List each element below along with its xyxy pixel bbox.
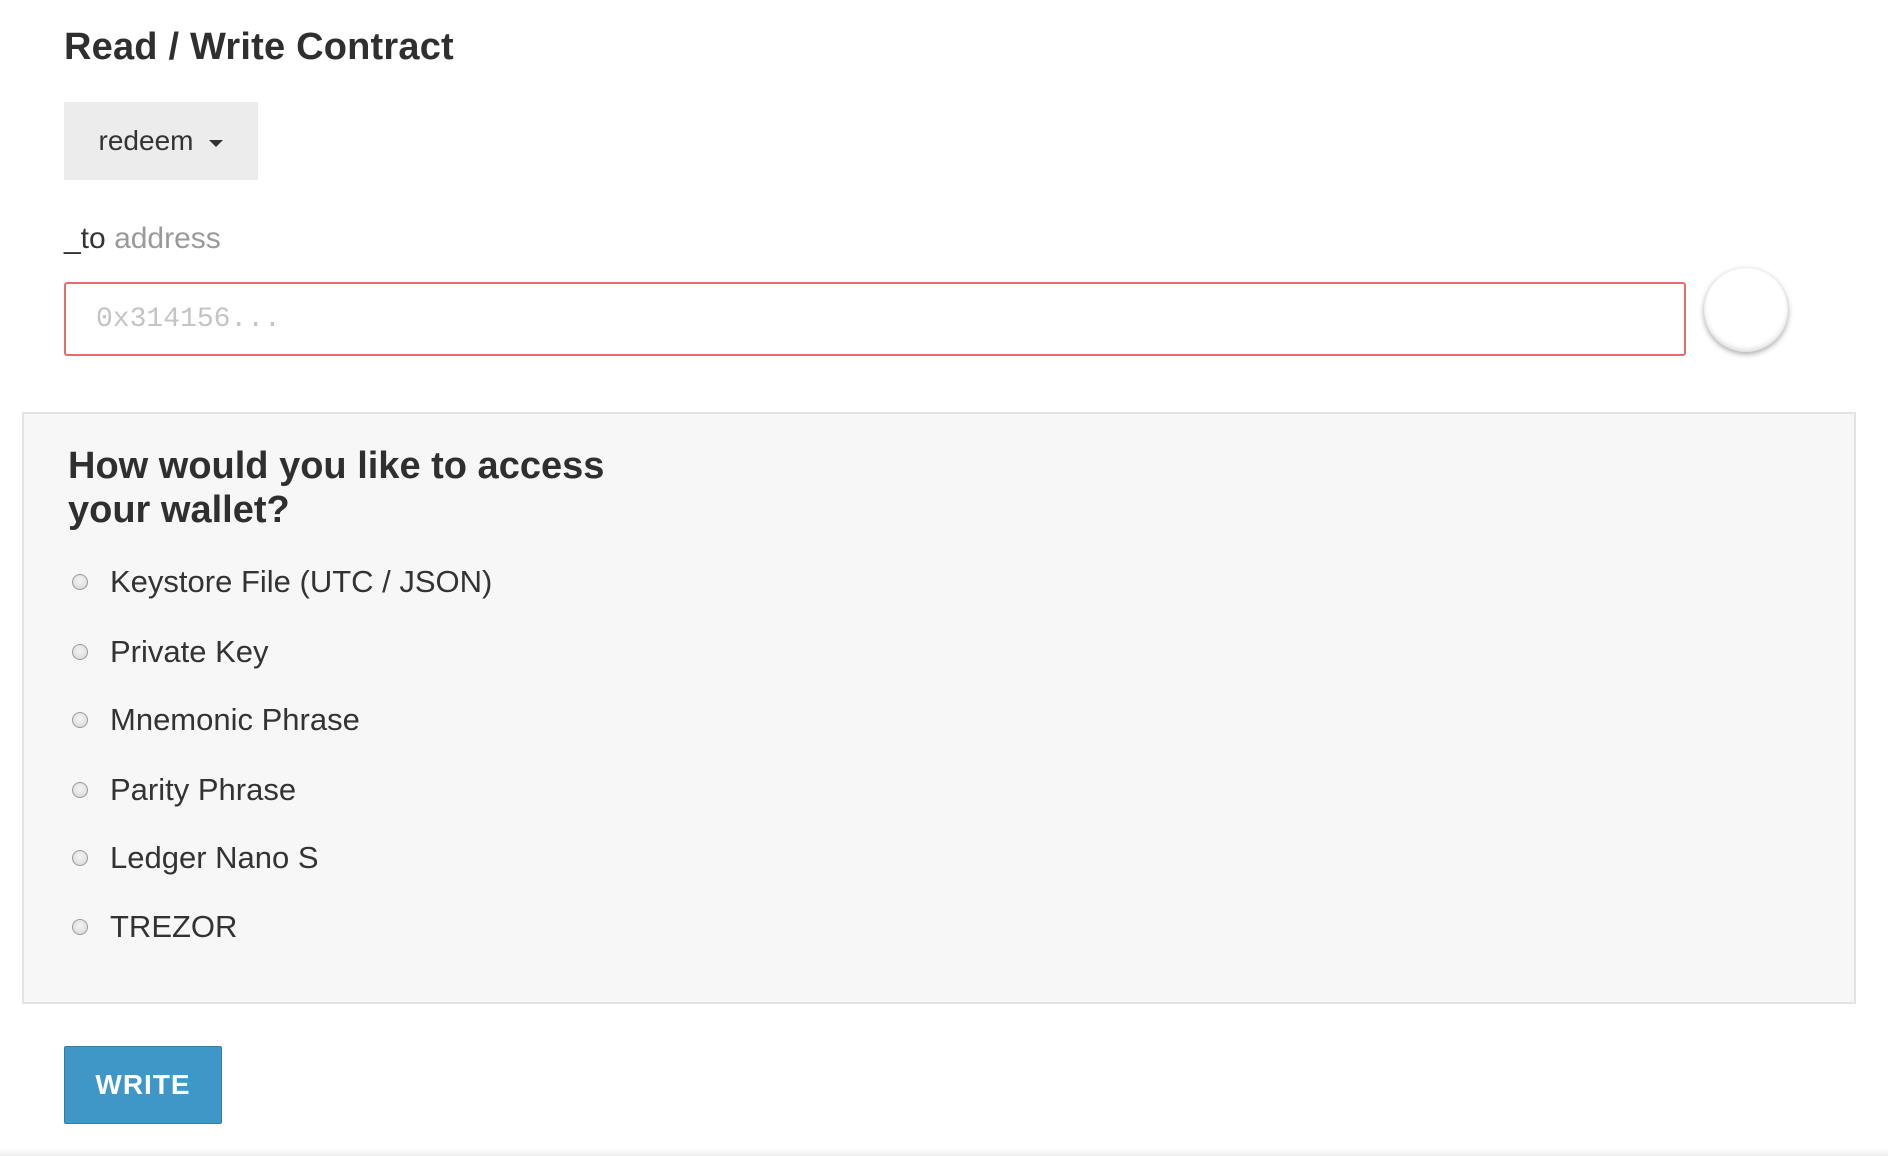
wallet-option-ledger[interactable]: Ledger Nano S — [72, 840, 319, 876]
write-button[interactable]: WRITE — [64, 1046, 222, 1124]
radio-button[interactable] — [72, 919, 88, 935]
address-identicon — [1704, 268, 1788, 352]
wallet-option-label: Parity Phrase — [110, 772, 297, 807]
wallet-option-private-key[interactable]: Private Key — [72, 634, 269, 670]
radio-button[interactable] — [72, 712, 88, 728]
radio-button[interactable] — [72, 782, 88, 798]
function-select-dropdown[interactable]: redeem — [64, 102, 258, 180]
wallet-option-mnemonic[interactable]: Mnemonic Phrase — [72, 702, 360, 738]
page-title: Read / Write Contract — [64, 26, 454, 68]
page-bottom-divider — [0, 1148, 1888, 1156]
wallet-option-parity[interactable]: Parity Phrase — [72, 772, 296, 808]
wallet-access-panel: How would you like to access your wallet… — [22, 412, 1856, 1004]
radio-button[interactable] — [72, 574, 88, 590]
wallet-option-label: Ledger Nano S — [110, 840, 319, 875]
wallet-access-heading: How would you like to access your wallet… — [68, 445, 605, 531]
wallet-option-trezor[interactable]: TREZOR — [72, 909, 237, 945]
wallet-option-label: Private Key — [110, 634, 269, 669]
param-name: _to — [64, 222, 106, 255]
caret-down-icon — [209, 139, 224, 147]
wallet-option-keystore[interactable]: Keystore File (UTC / JSON) — [72, 564, 492, 600]
param-type: address — [114, 222, 221, 255]
contract-page: Read / Write Contract redeem _to address… — [0, 0, 1888, 1156]
radio-button[interactable] — [72, 644, 88, 660]
param-label: _to address — [64, 222, 221, 256]
function-select-value: redeem — [98, 125, 194, 156]
radio-button[interactable] — [72, 850, 88, 866]
address-input[interactable] — [64, 282, 1686, 356]
wallet-option-label: Mnemonic Phrase — [110, 702, 360, 737]
wallet-option-label: Keystore File (UTC / JSON) — [110, 564, 493, 599]
wallet-option-label: TREZOR — [110, 909, 238, 944]
